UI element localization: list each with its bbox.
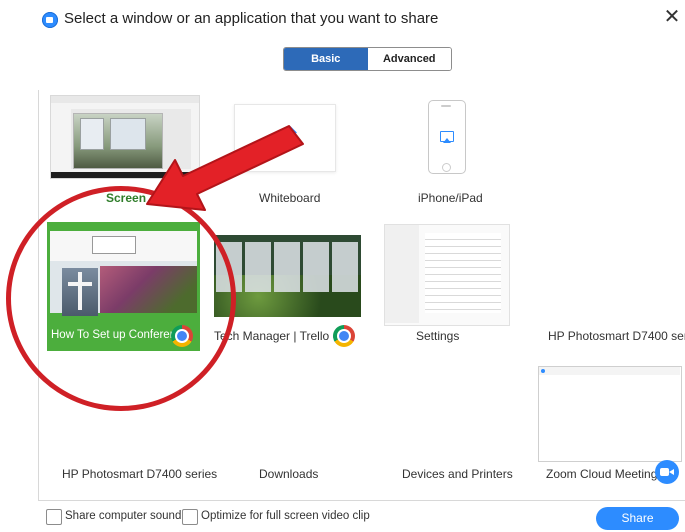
settings-sidebar: [385, 225, 419, 323]
optimize-video-label: Optimize for full screen video clip: [201, 510, 370, 522]
zoom-small-icon: [541, 369, 545, 373]
devices-printers-label[interactable]: Devices and Printers: [402, 467, 513, 481]
hp-photosmart-label-2[interactable]: HP Photosmart D7400 series: [62, 467, 217, 481]
zoom-app-icon: [42, 12, 58, 28]
chrome-icon: [333, 325, 355, 347]
settings-content: [425, 233, 501, 313]
downloads-label[interactable]: Downloads: [259, 467, 318, 481]
phone-home-button-icon: [442, 163, 451, 172]
zoom-camera-icon: [655, 460, 679, 484]
mode-tabs: Basic Advanced: [283, 47, 452, 71]
dialog-title: Select a window or an application that y…: [64, 10, 439, 27]
iphone-label: iPhone/iPad: [418, 191, 483, 205]
zoom-window-bar: [539, 367, 680, 375]
phone-speaker-icon: [441, 105, 451, 107]
red-arrow-icon: [146, 125, 304, 211]
share-sound-label: Share computer sound: [65, 510, 182, 522]
optimize-video-checkbox[interactable]: [182, 509, 198, 525]
airplay-triangle-icon: [443, 138, 451, 143]
close-icon[interactable]: ✕: [662, 7, 682, 27]
footer-divider: [38, 500, 685, 501]
tab-advanced[interactable]: Advanced: [367, 48, 451, 70]
settings-label: Settings: [416, 329, 460, 343]
trello-label: Tech Manager | Trello - ...: [214, 329, 350, 343]
share-button[interactable]: Share: [596, 507, 679, 530]
hp-photosmart-label-1[interactable]: HP Photosmart D7400 series: [548, 329, 685, 343]
tab-basic[interactable]: Basic: [284, 48, 368, 70]
zoom-meetings-thumbnail[interactable]: [538, 366, 682, 462]
share-sound-checkbox[interactable]: [46, 509, 62, 525]
trello-columns: [216, 242, 358, 292]
zoom-meetings-label: Zoom Cloud Meetings: [546, 467, 664, 481]
